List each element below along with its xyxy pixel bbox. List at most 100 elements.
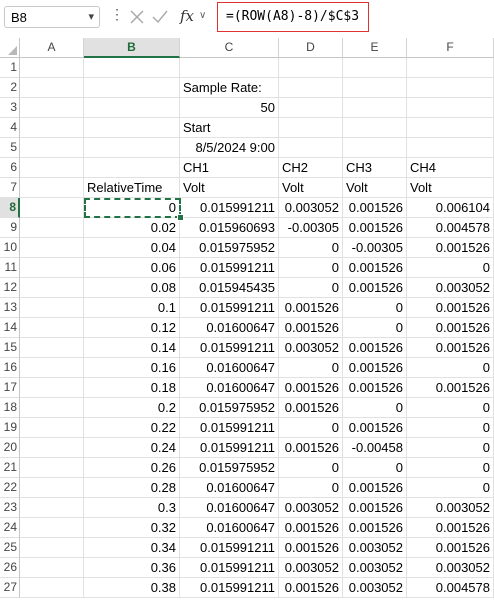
cell-d9[interactable]: -0.00305 (279, 218, 343, 238)
cell-b13[interactable]: 0.1 (84, 298, 180, 318)
row-header[interactable]: 16 (0, 358, 20, 378)
row-header[interactable]: 25 (0, 538, 20, 558)
cell-c8[interactable]: 0.015991211 (180, 198, 279, 218)
cell-b12[interactable]: 0.08 (84, 278, 180, 298)
name-box[interactable]: B8 ▾ (4, 6, 100, 28)
cell-f6[interactable]: CH4 (407, 158, 494, 178)
cancel-button[interactable] (128, 6, 146, 28)
cell-d7[interactable]: Volt (279, 178, 343, 198)
cell-f25[interactable]: 0.001526 (407, 538, 494, 558)
cell-c25[interactable]: 0.015991211 (180, 538, 279, 558)
row-header[interactable]: 22 (0, 478, 20, 498)
cell-e11[interactable]: 0.001526 (343, 258, 407, 278)
cell-f16[interactable]: 0 (407, 358, 494, 378)
row-header[interactable]: 1 (0, 58, 20, 78)
cell-c17[interactable]: 0.01600647 (180, 378, 279, 398)
row-header[interactable]: 4 (0, 118, 20, 138)
cell-e9[interactable]: 0.001526 (343, 218, 407, 238)
cell-a12[interactable] (20, 278, 84, 298)
row-header[interactable]: 27 (0, 578, 20, 598)
column-header-c[interactable]: C (180, 38, 279, 58)
cell-b24[interactable]: 0.32 (84, 518, 180, 538)
cell-c1[interactable] (180, 58, 279, 78)
cell-a15[interactable] (20, 338, 84, 358)
cell-b23[interactable]: 0.3 (84, 498, 180, 518)
row-header[interactable]: 19 (0, 418, 20, 438)
chevron-down-icon[interactable]: ▾ (88, 10, 94, 23)
cell-f15[interactable]: 0.001526 (407, 338, 494, 358)
cell-a13[interactable] (20, 298, 84, 318)
cell-b18[interactable]: 0.2 (84, 398, 180, 418)
cell-f21[interactable]: 0 (407, 458, 494, 478)
enter-button[interactable] (150, 6, 170, 28)
cell-d17[interactable]: 0.001526 (279, 378, 343, 398)
cell-e20[interactable]: -0.00458 (343, 438, 407, 458)
row-header[interactable]: 26 (0, 558, 20, 578)
row-header[interactable]: 15 (0, 338, 20, 358)
cell-d21[interactable]: 0 (279, 458, 343, 478)
cell-a19[interactable] (20, 418, 84, 438)
cell-f7[interactable]: Volt (407, 178, 494, 198)
cell-a16[interactable] (20, 358, 84, 378)
cell-b2[interactable] (84, 78, 180, 98)
row-header[interactable]: 2 (0, 78, 20, 98)
cell-b22[interactable]: 0.28 (84, 478, 180, 498)
cell-d10[interactable]: 0 (279, 238, 343, 258)
cell-b17[interactable]: 0.18 (84, 378, 180, 398)
row-header[interactable]: 17 (0, 378, 20, 398)
cell-b14[interactable]: 0.12 (84, 318, 180, 338)
cell-e6[interactable]: CH3 (343, 158, 407, 178)
cell-d22[interactable]: 0 (279, 478, 343, 498)
cell-a18[interactable] (20, 398, 84, 418)
cell-e24[interactable]: 0.001526 (343, 518, 407, 538)
column-header-f[interactable]: F (407, 38, 494, 58)
cell-d23[interactable]: 0.003052 (279, 498, 343, 518)
cell-a3[interactable] (20, 98, 84, 118)
cell-a22[interactable] (20, 478, 84, 498)
cell-b20[interactable]: 0.24 (84, 438, 180, 458)
cell-e27[interactable]: 0.003052 (343, 578, 407, 598)
cell-c15[interactable]: 0.015991211 (180, 338, 279, 358)
cell-b3[interactable] (84, 98, 180, 118)
cell-e22[interactable]: 0.001526 (343, 478, 407, 498)
cell-e18[interactable]: 0 (343, 398, 407, 418)
column-header-b[interactable]: B (84, 38, 180, 58)
cell-e21[interactable]: 0 (343, 458, 407, 478)
cell-a10[interactable] (20, 238, 84, 258)
column-header-e[interactable]: E (343, 38, 407, 58)
cell-e5[interactable] (343, 138, 407, 158)
cell-f18[interactable]: 0 (407, 398, 494, 418)
cell-a14[interactable] (20, 318, 84, 338)
cell-f17[interactable]: 0.001526 (407, 378, 494, 398)
cell-c27[interactable]: 0.015991211 (180, 578, 279, 598)
cell-d20[interactable]: 0.001526 (279, 438, 343, 458)
cell-c10[interactable]: 0.015975952 (180, 238, 279, 258)
row-header[interactable]: 13 (0, 298, 20, 318)
cell-a21[interactable] (20, 458, 84, 478)
cell-f27[interactable]: 0.004578 (407, 578, 494, 598)
cell-c2[interactable]: Sample Rate: (180, 78, 279, 98)
cell-a17[interactable] (20, 378, 84, 398)
cell-c18[interactable]: 0.015975952 (180, 398, 279, 418)
fill-handle[interactable] (177, 214, 184, 221)
cell-c3[interactable]: 50 (180, 98, 279, 118)
cell-f1[interactable] (407, 58, 494, 78)
row-header[interactable]: 8 (0, 198, 20, 218)
row-header[interactable]: 18 (0, 398, 20, 418)
cell-a6[interactable] (20, 158, 84, 178)
cell-c6[interactable]: CH1 (180, 158, 279, 178)
select-all-button[interactable] (0, 38, 20, 58)
cell-e14[interactable]: 0 (343, 318, 407, 338)
cell-b6[interactable] (84, 158, 180, 178)
cell-f24[interactable]: 0.001526 (407, 518, 494, 538)
cell-e17[interactable]: 0.001526 (343, 378, 407, 398)
cell-f9[interactable]: 0.004578 (407, 218, 494, 238)
cell-d27[interactable]: 0.001526 (279, 578, 343, 598)
row-header[interactable]: 20 (0, 438, 20, 458)
cell-f14[interactable]: 0.001526 (407, 318, 494, 338)
cell-a11[interactable] (20, 258, 84, 278)
cell-e23[interactable]: 0.001526 (343, 498, 407, 518)
row-header[interactable]: 21 (0, 458, 20, 478)
cell-d2[interactable] (279, 78, 343, 98)
cell-d13[interactable]: 0.001526 (279, 298, 343, 318)
